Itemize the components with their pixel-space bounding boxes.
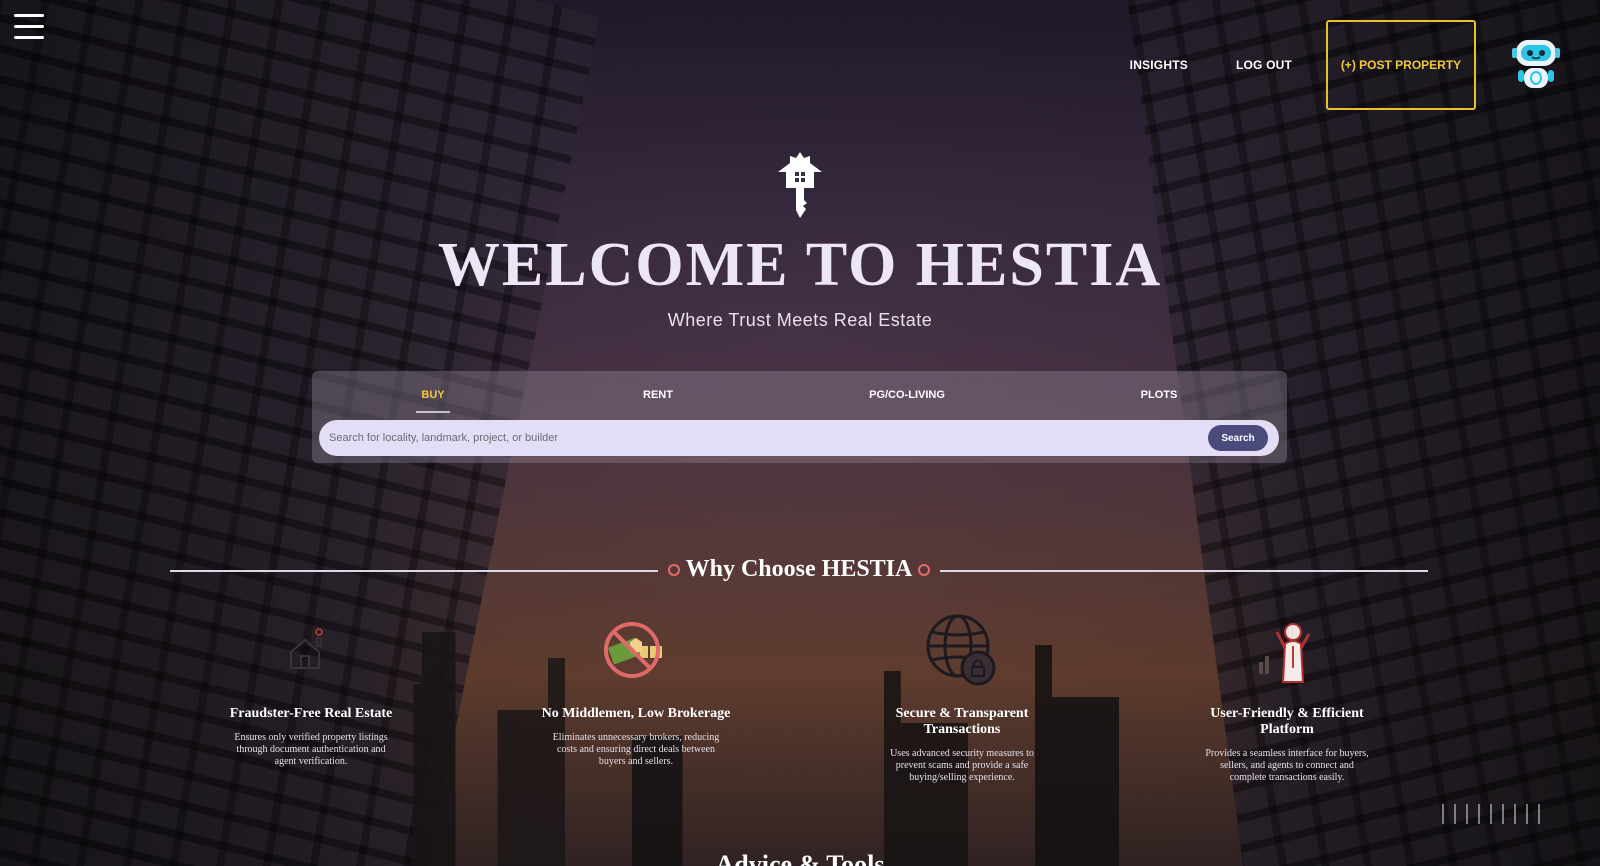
scroll-indicator <box>1442 804 1540 824</box>
hero-section: WELCOME TO HESTIA Where Trust Meets Real… <box>0 150 1600 331</box>
user-chart-icon <box>1259 623 1311 683</box>
feature-card: Fraudster-Free Real Estate Ensures only … <box>211 612 411 768</box>
tab-pg-co-living[interactable]: PG/CO-LIVING <box>869 389 945 401</box>
divider-line-right <box>940 570 1428 572</box>
feature-title: User-Friendly & Efficient Platform <box>1210 706 1364 737</box>
divider-dot-right <box>918 564 930 576</box>
no-broker-icon <box>604 622 662 678</box>
feature-title: Secure & Transparent Transactions <box>895 706 1029 737</box>
globe-lock-icon <box>926 614 996 686</box>
hero-subtitle: Where Trust Meets Real Estate <box>667 310 933 330</box>
top-navigation: INSIGHTS LOG OUT (+) POST PROPERTY <box>1130 20 1476 110</box>
verified-house-icon <box>290 628 323 669</box>
tab-rent[interactable]: RENT <box>643 389 673 401</box>
feature-title: Fraudster-Free Real Estate <box>229 706 393 721</box>
feature-title: No Middlemen, Low Brokerage <box>541 706 731 721</box>
advice-tools-heading: Advice & Tools <box>715 850 885 866</box>
tab-plots[interactable]: PLOTS <box>1141 389 1178 401</box>
search-input[interactable] <box>329 420 1189 456</box>
hamburger-menu-icon[interactable] <box>14 14 44 42</box>
feature-description: Ensures only verified property listings … <box>234 732 388 767</box>
hestia-key-house-logo-icon <box>778 152 822 218</box>
features-list: Fraudster-Free Real Estate Ensures only … <box>0 612 1600 792</box>
nav-logout-link[interactable]: LOG OUT <box>1236 58 1292 72</box>
post-property-button[interactable]: (+) POST PROPERTY <box>1326 20 1476 110</box>
nav-insights-link[interactable]: INSIGHTS <box>1130 58 1188 72</box>
why-choose-heading: Why Choose HESTIA <box>170 556 1428 586</box>
property-search-panel: BUY RENT PG/CO-LIVING PLOTS Search <box>312 371 1287 463</box>
search-tabs: BUY RENT PG/CO-LIVING PLOTS <box>312 371 1287 419</box>
page-title: WELCOME TO HESTIA <box>437 231 1163 299</box>
search-bar: Search <box>319 420 1279 456</box>
active-tab-indicator <box>416 411 450 413</box>
tab-buy[interactable]: BUY <box>421 389 444 401</box>
feature-description: Eliminates unnecessary brokers, reducing… <box>552 732 720 767</box>
search-button[interactable]: Search <box>1208 425 1268 451</box>
feature-description: Provides a seamless interface for buyers… <box>1205 748 1369 783</box>
feature-card: No Middlemen, Low Brokerage Eliminates u… <box>536 612 736 768</box>
feature-description: Uses advanced security measures to preve… <box>890 748 1034 783</box>
chatbot-robot-icon[interactable] <box>1512 36 1560 92</box>
feature-card: Secure & Transparent Transactions Uses a… <box>862 612 1062 784</box>
feature-card: User-Friendly & Efficient Platform Provi… <box>1187 612 1387 784</box>
